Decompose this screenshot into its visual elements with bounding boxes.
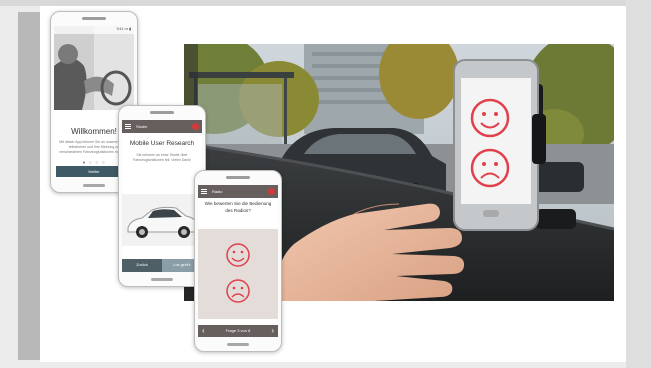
phone-speaker [150, 111, 174, 114]
right-border-bar [626, 0, 651, 368]
research-description: Sie nehmen an einer Studie über Fahrzeug… [132, 153, 192, 162]
rating-question: Wie bewerten Sie die Bedienung des Radio… [204, 201, 272, 213]
app-bar: Radio [198, 185, 278, 198]
phone-rating: Radio Wie bewerten Sie die Bedienung des… [194, 170, 282, 352]
car-image [122, 194, 202, 246]
phone-research: Studie Mobile User Research Sie nehmen a… [118, 105, 206, 287]
phone-home-button[interactable] [83, 184, 105, 187]
app-bar-title: Radio [212, 189, 223, 194]
mount-base [536, 209, 576, 229]
status-bar: 9:41 ▪▪▪ ▮ [116, 27, 131, 31]
phone-home-button[interactable] [227, 343, 249, 346]
mount-clamp-right [532, 114, 546, 164]
app-bar: Studie [122, 120, 202, 133]
bus-shelter-roof [189, 72, 294, 78]
left-border-bar [18, 12, 40, 360]
phone-speaker [82, 17, 106, 20]
close-icon[interactable] [268, 188, 275, 195]
back-button[interactable]: Zurück [122, 259, 162, 272]
welcome-driver-photo [54, 26, 134, 110]
question-counter: Frage 3 von 8 [225, 328, 251, 333]
phone-research-screen: Studie Mobile User Research Sie nehmen a… [122, 120, 202, 272]
menu-icon[interactable] [201, 189, 207, 194]
question-navigation: ‹ Frage 3 von 8 › [198, 325, 278, 337]
menu-icon[interactable] [125, 124, 131, 129]
phone-home-button[interactable] [151, 278, 173, 281]
rating-faces [198, 229, 278, 319]
close-icon[interactable] [192, 123, 199, 130]
research-title: Mobile User Research [129, 140, 195, 147]
phone-speaker [226, 176, 250, 179]
next-arrow-icon[interactable]: › [271, 325, 274, 337]
app-bar-title: Studie [136, 124, 148, 129]
phone-rating-screen: Radio Wie bewerten Sie die Bedienung des… [198, 185, 278, 337]
